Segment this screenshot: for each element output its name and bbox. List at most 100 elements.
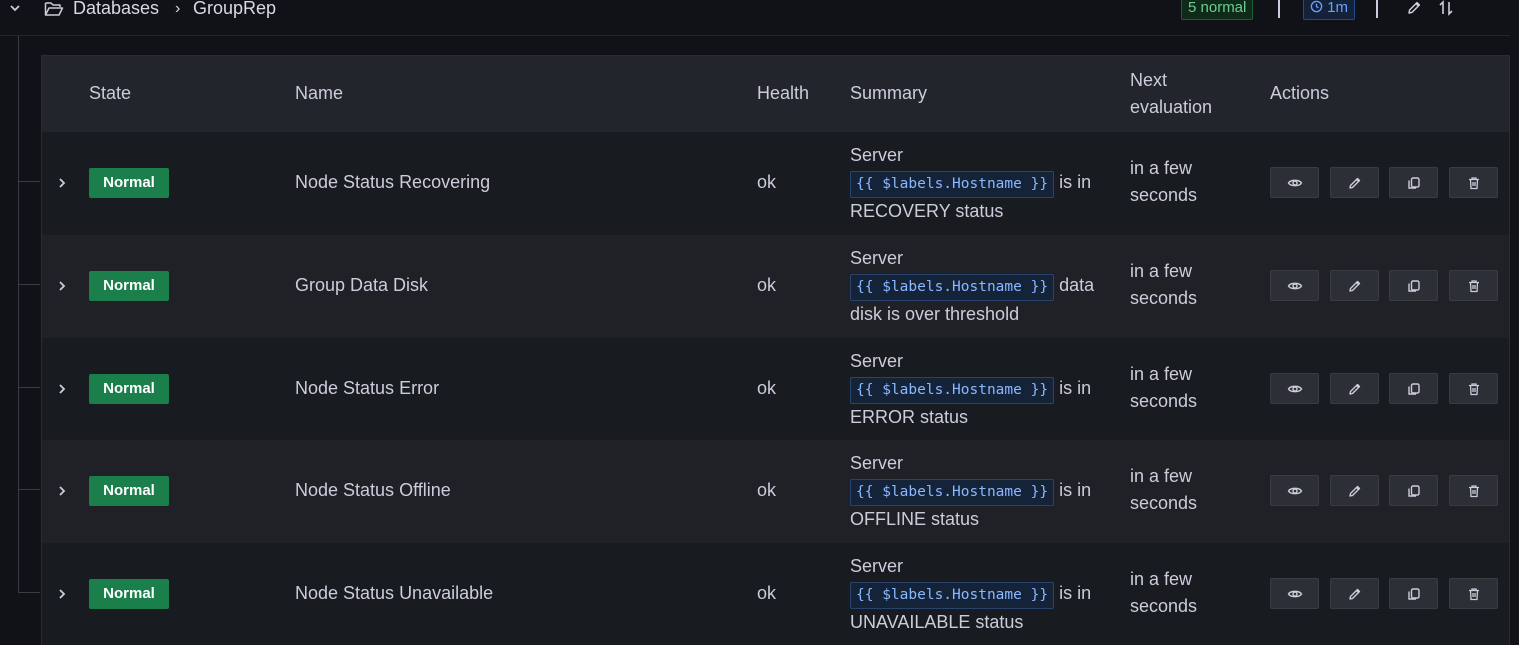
rule-summary: Server {{ $labels.Hostname }} is in UNAV… [850, 553, 1115, 636]
eye-icon [1287, 282, 1302, 289]
trash-icon [1468, 382, 1479, 395]
summary-tail: ERROR status [850, 407, 969, 427]
state-badge: Normal [89, 476, 169, 506]
divider [1376, 0, 1378, 18]
duplicate-button[interactable] [1389, 270, 1438, 301]
edit-button[interactable] [1330, 475, 1379, 506]
delete-button[interactable] [1449, 270, 1498, 301]
rule-name: Group Data Disk [295, 275, 429, 295]
sort-icon[interactable] [1437, 0, 1455, 18]
duplicate-button[interactable] [1389, 475, 1438, 506]
view-button[interactable] [1270, 167, 1319, 198]
table-row: Normal Node Status Recovering ok Server … [42, 132, 1509, 235]
tree-branch [18, 181, 40, 182]
next-eval-line1: in a few [1130, 364, 1193, 384]
evaluation-interval-badge: 1m [1303, 0, 1356, 20]
table-row: Normal Node Status Error ok Server {{ $l… [42, 338, 1509, 441]
copy-icon [1407, 587, 1420, 600]
pencil-icon [1348, 280, 1360, 292]
summary-tail: UNAVAILABLE status [850, 612, 1024, 632]
chevron-down-icon[interactable] [8, 0, 22, 18]
tree-branch [18, 387, 40, 388]
chevron-right-icon[interactable] [56, 484, 68, 498]
summary-template: {{ $labels.Hostname }} [850, 582, 1055, 609]
delete-button[interactable] [1449, 578, 1498, 609]
pencil-icon[interactable] [1405, 0, 1423, 18]
summary-template: {{ $labels.Hostname }} [850, 274, 1055, 301]
view-button[interactable] [1270, 578, 1319, 609]
chevron-right-icon[interactable] [56, 176, 68, 190]
column-next-evaluation-line1: Next [1130, 70, 1168, 90]
summary-suffix: data [1059, 275, 1095, 295]
next-eval-line1: in a few [1130, 158, 1193, 178]
copy-icon [1407, 279, 1420, 292]
pencil-icon [1348, 588, 1360, 600]
tree-line [18, 36, 19, 592]
eye-icon [1287, 590, 1302, 597]
chevron-right-icon[interactable] [56, 382, 68, 396]
tree-branch [18, 592, 40, 593]
view-button[interactable] [1270, 475, 1319, 506]
tree-branch [18, 284, 40, 285]
view-button[interactable] [1270, 373, 1319, 404]
rule-summary: Server {{ $labels.Hostname }} is in OFFL… [850, 450, 1115, 533]
rule-name: Node Status Error [295, 378, 440, 398]
breadcrumb-separator: › [175, 0, 181, 17]
delete-button[interactable] [1449, 475, 1498, 506]
summary-prefix: Server [850, 248, 904, 268]
rule-summary: Server {{ $labels.Hostname }} is in RECO… [850, 142, 1115, 225]
rule-health: ok [757, 378, 777, 398]
next-eval-line2: seconds [1130, 493, 1198, 513]
edit-button[interactable] [1330, 270, 1379, 301]
breadcrumb-folder[interactable]: Databases [73, 0, 159, 19]
interval-label: 1m [1327, 0, 1349, 16]
chevron-right-icon[interactable] [56, 587, 68, 601]
next-eval-line1: in a few [1130, 569, 1193, 589]
next-evaluation: in a few seconds [1130, 463, 1197, 517]
duplicate-button[interactable] [1389, 167, 1438, 198]
summary-prefix: Server [850, 453, 904, 473]
folder-open-icon [44, 2, 64, 16]
rule-summary: Server {{ $labels.Hostname }} data disk … [850, 245, 1115, 328]
summary-prefix: Server [850, 556, 904, 576]
column-next-evaluation: Next evaluation [1130, 67, 1212, 121]
column-name: Name [295, 83, 344, 103]
summary-suffix: is in [1059, 378, 1092, 398]
trash-icon [1468, 587, 1479, 600]
duplicate-button[interactable] [1389, 373, 1438, 404]
copy-icon [1407, 176, 1420, 189]
edit-button[interactable] [1330, 578, 1379, 609]
next-eval-line2: seconds [1130, 391, 1198, 411]
copy-icon [1407, 382, 1420, 395]
clock-icon [1310, 0, 1323, 13]
view-button[interactable] [1270, 270, 1319, 301]
column-next-evaluation-line2: evaluation [1130, 97, 1213, 117]
table-row: Normal Node Status Unavailable ok Server… [42, 543, 1509, 645]
delete-button[interactable] [1449, 167, 1498, 198]
normal-count-badge: 5 normal [1181, 0, 1254, 20]
state-badge: Normal [89, 579, 169, 609]
state-badge: Normal [89, 271, 169, 301]
chevron-right-icon[interactable] [56, 279, 68, 293]
summary-tail: OFFLINE status [850, 509, 980, 529]
edit-button[interactable] [1330, 373, 1379, 404]
duplicate-button[interactable] [1389, 578, 1438, 609]
summary-template: {{ $labels.Hostname }} [850, 377, 1055, 404]
rule-health: ok [757, 275, 777, 295]
delete-button[interactable] [1449, 373, 1498, 404]
edit-button[interactable] [1330, 167, 1379, 198]
trash-icon [1468, 176, 1479, 189]
eye-icon [1287, 487, 1302, 494]
summary-prefix: Server [850, 351, 904, 371]
next-eval-line2: seconds [1130, 596, 1198, 616]
next-evaluation: in a few seconds [1130, 361, 1197, 415]
next-eval-line2: seconds [1130, 288, 1198, 308]
rule-health: ok [757, 172, 777, 192]
rule-health: ok [757, 583, 777, 603]
pencil-icon [1348, 383, 1360, 395]
next-evaluation: in a few seconds [1130, 566, 1197, 620]
next-eval-line1: in a few [1130, 261, 1193, 281]
next-evaluation: in a few seconds [1130, 155, 1197, 209]
tree-branch [18, 489, 40, 490]
next-evaluation: in a few seconds [1130, 258, 1197, 312]
